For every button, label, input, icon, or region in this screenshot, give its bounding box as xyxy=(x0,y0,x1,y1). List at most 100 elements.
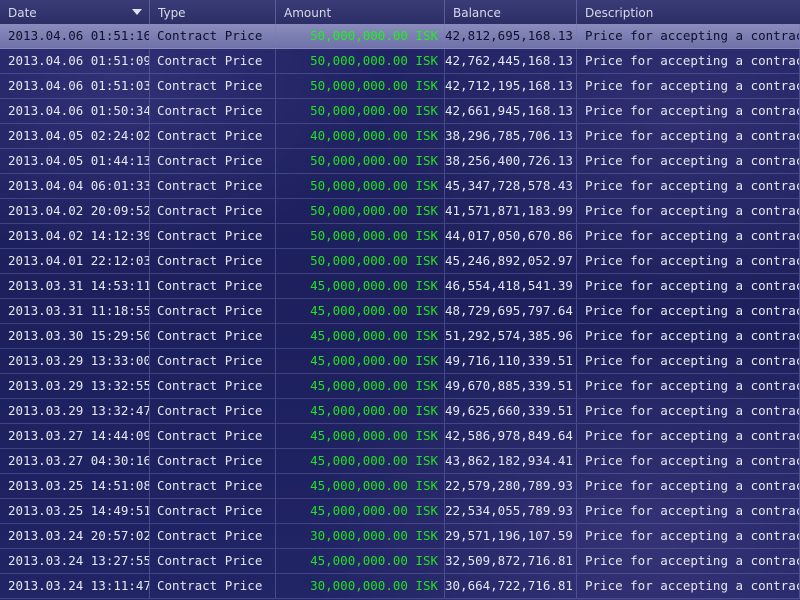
cell-date: 2013.04.06 01:51:03 xyxy=(0,74,150,98)
column-header-type-label: Type xyxy=(158,6,186,20)
cell-type: Contract Price xyxy=(150,199,276,223)
table-row[interactable]: 2013.03.27 14:44:09 Contract Price 45,00… xyxy=(0,424,800,449)
cell-balance: 38,296,785,706.13 xyxy=(445,124,577,148)
table-row[interactable]: 2013.03.31 11:18:55 Contract Price 45,00… xyxy=(0,299,800,324)
cell-amount: 45,000,000.00 ISK xyxy=(276,399,445,423)
chevron-down-icon[interactable] xyxy=(132,9,142,15)
cell-description: Price for accepting a contract xyxy=(577,174,800,198)
table-row[interactable]: 2013.03.24 20:57:02 Contract Price 30,00… xyxy=(0,524,800,549)
column-header-balance-label: Balance xyxy=(453,6,501,20)
cell-type: Contract Price xyxy=(150,424,276,448)
column-header-date-label: Date xyxy=(8,6,37,20)
cell-date: 2013.04.05 01:44:13 xyxy=(0,149,150,173)
cell-balance: 45,347,728,578.43 xyxy=(445,174,577,198)
cell-type: Contract Price xyxy=(150,249,276,273)
cell-date: 2013.03.24 13:11:47 xyxy=(0,574,150,598)
table-row[interactable]: 2013.03.24 13:11:47 Contract Price 30,00… xyxy=(0,574,800,599)
cell-amount: 50,000,000.00 ISK xyxy=(276,199,445,223)
cell-date: 2013.03.29 13:32:55 xyxy=(0,374,150,398)
cell-balance: 43,862,182,934.41 xyxy=(445,449,577,473)
cell-balance: 45,246,892,052.97 xyxy=(445,249,577,273)
table-row[interactable]: 2013.03.31 14:53:11 Contract Price 45,00… xyxy=(0,274,800,299)
cell-date: 2013.03.25 14:49:51 xyxy=(0,499,150,523)
column-header-balance[interactable]: Balance xyxy=(445,0,577,24)
cell-type: Contract Price xyxy=(150,49,276,73)
table-row[interactable]: 2013.03.29 13:33:00 Contract Price 45,00… xyxy=(0,349,800,374)
cell-type: Contract Price xyxy=(150,174,276,198)
table-row[interactable]: 2013.03.30 15:29:50 Contract Price 45,00… xyxy=(0,324,800,349)
cell-description: Price for accepting a contract xyxy=(577,149,800,173)
cell-amount: 30,000,000.00 ISK xyxy=(276,574,445,598)
cell-amount: 45,000,000.00 ISK xyxy=(276,324,445,348)
cell-date: 2013.03.27 04:30:16 xyxy=(0,449,150,473)
column-header-amount-label: Amount xyxy=(284,6,332,20)
cell-amount: 30,000,000.00 ISK xyxy=(276,524,445,548)
table-row[interactable]: 2013.03.29 13:32:47 Contract Price 45,00… xyxy=(0,399,800,424)
cell-type: Contract Price xyxy=(150,24,276,48)
cell-balance: 29,571,196,107.59 xyxy=(445,524,577,548)
cell-date: 2013.03.27 14:44:09 xyxy=(0,424,150,448)
cell-balance: 22,534,055,789.93 xyxy=(445,499,577,523)
cell-description: Price for accepting a contract xyxy=(577,399,800,423)
cell-type: Contract Price xyxy=(150,224,276,248)
cell-balance: 41,571,871,183.99 xyxy=(445,199,577,223)
cell-amount: 45,000,000.00 ISK xyxy=(276,349,445,373)
table-row[interactable]: 2013.03.29 13:32:55 Contract Price 45,00… xyxy=(0,374,800,399)
table-row[interactable]: 2013.04.06 01:50:34 Contract Price 50,00… xyxy=(0,99,800,124)
cell-balance: 30,664,722,716.81 xyxy=(445,574,577,598)
cell-date: 2013.04.04 06:01:33 xyxy=(0,174,150,198)
cell-balance: 22,579,280,789.93 xyxy=(445,474,577,498)
cell-description: Price for accepting a contract xyxy=(577,99,800,123)
cell-amount: 50,000,000.00 ISK xyxy=(276,224,445,248)
cell-balance: 42,586,978,849.64 xyxy=(445,424,577,448)
cell-type: Contract Price xyxy=(150,449,276,473)
table-row[interactable]: 2013.04.05 01:44:13 Contract Price 50,00… xyxy=(0,149,800,174)
table-row[interactable]: 2013.04.05 02:24:02 Contract Price 40,00… xyxy=(0,124,800,149)
table-row[interactable]: 2013.03.27 04:30:16 Contract Price 45,00… xyxy=(0,449,800,474)
column-header-description[interactable]: Description xyxy=(577,0,800,24)
cell-type: Contract Price xyxy=(150,524,276,548)
cell-type: Contract Price xyxy=(150,274,276,298)
cell-date: 2013.04.06 01:51:09 xyxy=(0,49,150,73)
cell-type: Contract Price xyxy=(150,149,276,173)
cell-amount: 45,000,000.00 ISK xyxy=(276,474,445,498)
cell-description: Price for accepting a contract xyxy=(577,549,800,573)
cell-balance: 49,625,660,339.51 xyxy=(445,399,577,423)
table-row[interactable]: 2013.04.06 01:51:03 Contract Price 50,00… xyxy=(0,74,800,99)
cell-date: 2013.04.01 22:12:03 xyxy=(0,249,150,273)
cell-type: Contract Price xyxy=(150,324,276,348)
table-row[interactable]: 2013.04.04 06:01:33 Contract Price 50,00… xyxy=(0,174,800,199)
table-row[interactable]: 2013.03.25 14:51:08 Contract Price 45,00… xyxy=(0,474,800,499)
cell-amount: 50,000,000.00 ISK xyxy=(276,149,445,173)
table-row[interactable]: 2013.04.06 01:51:09 Contract Price 50,00… xyxy=(0,49,800,74)
cell-balance: 32,509,872,716.81 xyxy=(445,549,577,573)
cell-type: Contract Price xyxy=(150,74,276,98)
column-header-type[interactable]: Type xyxy=(150,0,276,24)
table-row[interactable]: 2013.04.02 14:12:39 Contract Price 50,00… xyxy=(0,224,800,249)
cell-description: Price for accepting a contract xyxy=(577,249,800,273)
cell-description: Price for accepting a contract xyxy=(577,449,800,473)
table-row[interactable]: 2013.04.06 01:51:16 Contract Price 50,00… xyxy=(0,24,800,49)
cell-date: 2013.03.25 14:51:08 xyxy=(0,474,150,498)
cell-date: 2013.04.02 20:09:52 xyxy=(0,199,150,223)
cell-date: 2013.03.29 13:33:00 xyxy=(0,349,150,373)
cell-balance: 42,712,195,168.13 xyxy=(445,74,577,98)
cell-description: Price for accepting a contract xyxy=(577,574,800,598)
table-row[interactable]: 2013.03.25 14:49:51 Contract Price 45,00… xyxy=(0,499,800,524)
cell-type: Contract Price xyxy=(150,124,276,148)
cell-type: Contract Price xyxy=(150,549,276,573)
column-header-amount[interactable]: Amount xyxy=(276,0,445,24)
column-header-date[interactable]: Date xyxy=(0,0,150,24)
cell-description: Price for accepting a contract xyxy=(577,524,800,548)
table-row[interactable]: 2013.04.01 22:12:03 Contract Price 50,00… xyxy=(0,249,800,274)
cell-date: 2013.03.24 20:57:02 xyxy=(0,524,150,548)
cell-description: Price for accepting a contract xyxy=(577,374,800,398)
table-row[interactable]: 2013.04.02 20:09:52 Contract Price 50,00… xyxy=(0,199,800,224)
table-row[interactable]: 2013.03.24 13:27:55 Contract Price 45,00… xyxy=(0,549,800,574)
cell-amount: 45,000,000.00 ISK xyxy=(276,424,445,448)
cell-description: Price for accepting a contract xyxy=(577,474,800,498)
cell-type: Contract Price xyxy=(150,99,276,123)
cell-description: Price for accepting a contract xyxy=(577,349,800,373)
cell-type: Contract Price xyxy=(150,374,276,398)
cell-date: 2013.03.29 13:32:47 xyxy=(0,399,150,423)
